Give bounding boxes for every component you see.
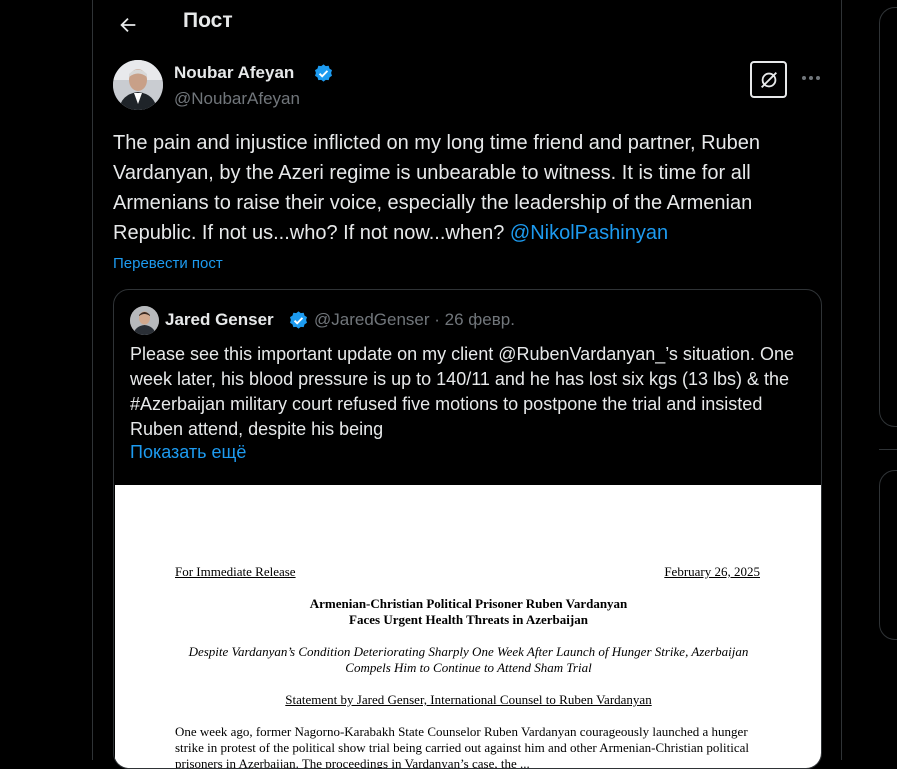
sidebar-divider <box>879 449 897 450</box>
translate-link[interactable]: Перевести пост <box>113 255 223 272</box>
more-dots-icon <box>802 76 820 80</box>
avatar[interactable] <box>113 60 163 110</box>
post-column: Пост Noubar Afeyan @NoubarAfeyan The pai… <box>92 0 842 769</box>
doc-release: For Immediate Release <box>175 564 296 579</box>
author-name[interactable]: Noubar Afeyan <box>174 63 294 83</box>
quoted-post[interactable]: Jared Genser @JaredGenser · 26 февр. Ple… <box>113 289 822 769</box>
doc-date: February 26, 2025 <box>664 564 760 579</box>
avatar <box>130 306 159 335</box>
quote-text: Please see this important update on my c… <box>130 344 794 439</box>
show-more-link[interactable]: Показать ещё <box>130 442 246 463</box>
page-title: Пост <box>183 9 233 32</box>
avatar-photo <box>113 60 163 110</box>
mention-link[interactable]: @NikolPashinyan <box>510 222 668 244</box>
quote-date: 26 февр. <box>444 310 515 329</box>
doc-subhead: Despite Vardanyan’s Condition Deteriorat… <box>115 644 821 676</box>
sidebar-card <box>879 7 897 427</box>
arrow-left-icon <box>120 17 136 33</box>
meta-separator: · <box>434 310 440 329</box>
quote-author-handle: @JaredGenser <box>314 310 430 329</box>
verified-badge-icon <box>290 311 307 329</box>
doc-subhead-text: Despite Vardanyan’s Condition Deteriorat… <box>188 644 749 675</box>
doc-body: One week ago, former Nagorno-Karabakh St… <box>175 724 750 769</box>
doc-headline-text: Armenian-Christian Political Prisoner Ru… <box>309 596 628 627</box>
quote-author-name: Jared Genser <box>165 310 274 329</box>
more-button[interactable] <box>795 62 827 94</box>
sidebar-card <box>879 470 897 640</box>
grok-button[interactable] <box>750 61 787 98</box>
verified-badge-icon <box>315 64 332 82</box>
doc-statement: Statement by Jared Genser, International… <box>285 692 652 707</box>
post-header: Пост <box>93 0 841 48</box>
document-image[interactable]: For Immediate Release February 26, 2025 … <box>115 485 821 769</box>
doc-headline: Armenian-Christian Political Prisoner Ru… <box>115 596 821 628</box>
author-handle[interactable]: @NoubarAfeyan <box>174 89 300 109</box>
quote-meta: @JaredGenser · 26 февр. <box>314 310 515 330</box>
post-author: Noubar Afeyan @NoubarAfeyan <box>113 60 823 112</box>
back-button[interactable] <box>111 8 145 42</box>
post-text: The pain and injustice inflicted on my l… <box>113 128 823 248</box>
grok-icon <box>760 71 777 88</box>
